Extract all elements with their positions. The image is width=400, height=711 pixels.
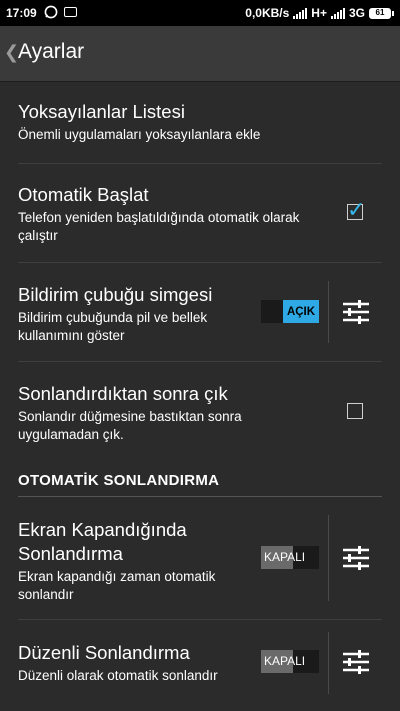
setting-subtitle: Düzenli olarak otomatik sonlandır bbox=[18, 668, 218, 683]
setting-title-line2: Sonlandırma bbox=[18, 543, 123, 564]
toggle-label: AÇIK bbox=[283, 300, 319, 323]
toggle-label: KAPALI bbox=[264, 550, 306, 564]
network-type-1: H+ bbox=[311, 6, 327, 20]
tune-settings-icon[interactable] bbox=[342, 299, 370, 325]
setting-title: Yoksayılanlar Listesi bbox=[18, 101, 185, 122]
setting-title: Otomatik Başlat bbox=[18, 184, 149, 205]
section-header: OTOMATİK SONLANDIRMA bbox=[18, 472, 220, 489]
checkmark-icon: ✓ bbox=[347, 197, 366, 222]
toggle-label: KAPALI bbox=[264, 654, 306, 668]
setting-subtitle-line2: sonlandır bbox=[18, 587, 74, 602]
app-bar: ❮ Ayarlar bbox=[0, 26, 400, 82]
setting-subtitle: Önemli uygulamaları yoksayılanlara ekle bbox=[18, 127, 261, 142]
signal-icon bbox=[293, 7, 308, 19]
exit-after-kill-checkbox[interactable] bbox=[347, 403, 363, 419]
network-speed: 0,0KB/s bbox=[245, 6, 290, 20]
setting-subtitle-line1: Bildirim çubuğunda pil ve bellek bbox=[18, 310, 208, 325]
setting-subtitle-line2: kullanımını göster bbox=[18, 328, 125, 343]
chevron-left-icon[interactable]: ❮ bbox=[4, 42, 19, 63]
setting-title: Bildirim çubuğu simgesi bbox=[18, 284, 213, 305]
setting-ignore-list[interactable]: Yoksayılanlar Listesi Önemli uygulamalar… bbox=[0, 81, 400, 163]
signal-icon-2 bbox=[330, 7, 345, 19]
network-type-2: 3G bbox=[348, 6, 365, 20]
setting-kill-on-screen-off[interactable]: Ekran Kapandığında Sonlandırma Ekran kap… bbox=[0, 497, 400, 619]
page-title: Ayarlar bbox=[18, 40, 85, 63]
vertical-divider bbox=[328, 632, 329, 694]
whatsapp-icon bbox=[44, 5, 58, 19]
setting-title: Düzenli Sonlandırma bbox=[18, 642, 190, 663]
setting-subtitle-line1: Ekran kapandığı zaman otomatik bbox=[18, 569, 216, 584]
setting-title-line1: Ekran Kapandığında bbox=[18, 519, 187, 540]
status-bar: 17:09 0,0KB/s H+ 3G 61 bbox=[0, 0, 400, 26]
vertical-divider bbox=[328, 515, 329, 601]
battery-tip bbox=[392, 10, 394, 16]
setting-periodic-kill[interactable]: Düzenli Sonlandırma Düzenli olarak otoma… bbox=[0, 620, 400, 711]
setting-subtitle-line1: Sonlandır düğmesine bastıktan sonra bbox=[18, 409, 242, 424]
setting-subtitle-line2: uygulamadan çık. bbox=[18, 427, 124, 442]
setting-subtitle-line1: Telefon yeniden başlatıldığında otomatik… bbox=[18, 210, 300, 225]
tune-settings-icon[interactable] bbox=[342, 545, 370, 571]
tune-settings-icon[interactable] bbox=[342, 649, 370, 675]
screen-off-kill-toggle[interactable]: KAPALI bbox=[261, 546, 319, 569]
setting-subtitle-line2: çalıştır bbox=[18, 228, 58, 243]
setting-title: Sonlandırdıktan sonra çık bbox=[18, 383, 228, 404]
setting-auto-start[interactable]: Otomatik Başlat Telefon yeniden başlatıl… bbox=[0, 164, 400, 262]
battery-icon: 61 bbox=[369, 7, 391, 19]
status-right: 0,0KB/s H+ 3G 61 bbox=[245, 6, 394, 20]
vertical-divider bbox=[328, 281, 329, 343]
setting-notification-icon[interactable]: Bildirim çubuğu simgesi Bildirim çubuğun… bbox=[0, 263, 400, 361]
status-time: 17:09 bbox=[6, 6, 37, 20]
setting-exit-after-kill[interactable]: Sonlandırdıktan sonra çık Sonlandır düğm… bbox=[0, 362, 400, 462]
auto-start-checkbox[interactable]: ✓ bbox=[347, 199, 365, 221]
notification-icon-toggle[interactable]: AÇIK bbox=[261, 300, 319, 323]
message-icon bbox=[64, 7, 77, 17]
periodic-kill-toggle[interactable]: KAPALI bbox=[261, 650, 319, 673]
